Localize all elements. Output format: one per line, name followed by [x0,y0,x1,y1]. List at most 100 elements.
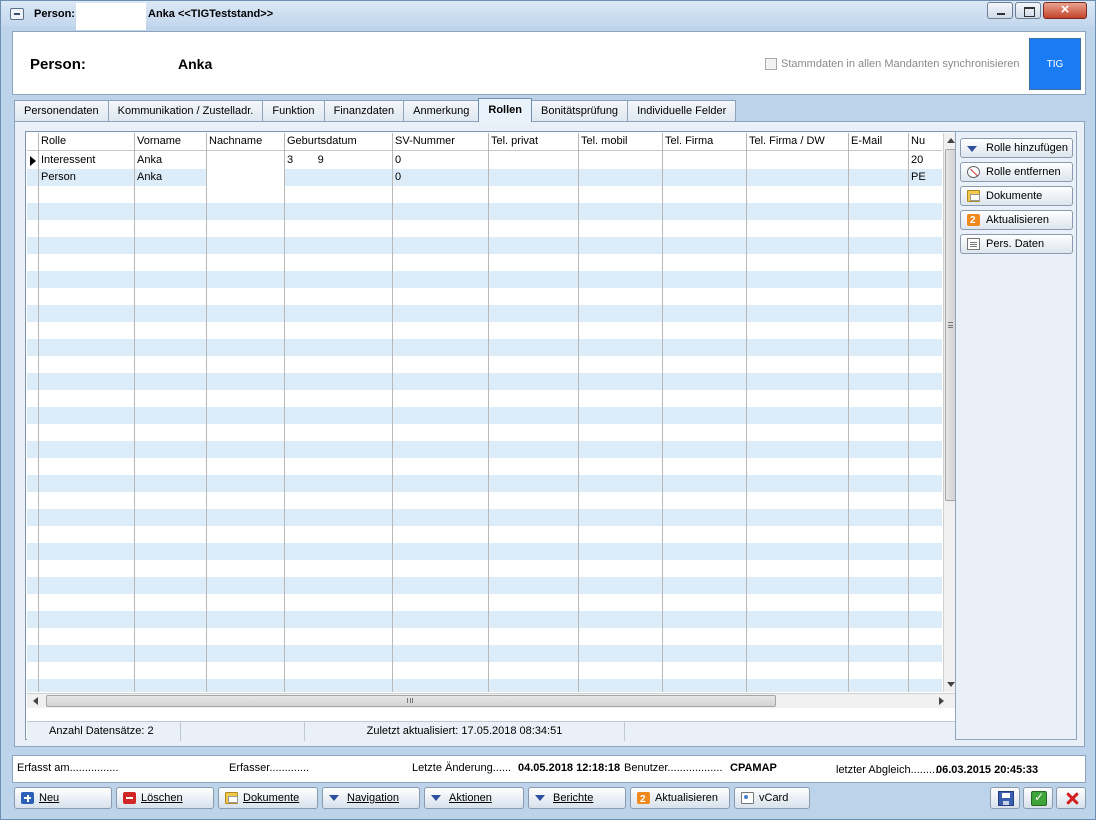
check-icon [1031,790,1047,806]
chevron-down-icon [431,795,441,801]
refresh-label: Aktualisieren [655,792,718,804]
row-indicator-header [27,133,39,151]
documents-side-button[interactable]: Dokumente [960,186,1073,206]
window-title-suffix: Anka <<TIGTeststand>> [148,8,274,20]
save-button[interactable] [990,787,1020,809]
column-header[interactable]: SV-Nummer [393,133,489,151]
column-header[interactable]: Nachname [207,133,285,151]
empty-row [27,390,942,407]
navigation-label: Navigation [347,792,399,804]
actions-button[interactable]: Aktionen [424,787,524,809]
status-spacer [181,722,305,741]
grid-status-bar: Anzahl Datensätze: 2 Zuletzt aktualisier… [27,721,955,741]
chevron-down-icon [329,795,339,801]
maximize-button[interactable] [1015,2,1041,19]
scroll-left-icon[interactable] [33,697,38,705]
tab-bonitaetspruefung[interactable]: Bonitätsprüfung [531,100,629,122]
close-window-button[interactable] [1043,1,1087,19]
empty-row [27,407,942,424]
scroll-right-icon[interactable] [939,697,944,705]
navigation-button[interactable]: Navigation [322,787,420,809]
column-header[interactable]: Tel. privat [489,133,579,151]
table-row[interactable]: Person Anka 0 PE [27,169,942,186]
cell-email [849,152,909,169]
cell-tel-privat [489,169,579,186]
refresh-button[interactable]: Aktualisieren [630,787,730,810]
cell-tel-privat [489,152,579,169]
role-actions-panel: Rolle hinzufügen Rolle entfernen Dokumen… [955,131,1077,740]
scroll-up-icon[interactable] [947,138,955,143]
empty-row [27,441,942,458]
window-menu-icon[interactable] [10,8,24,20]
minimize-button[interactable] [987,2,1013,19]
ok-button[interactable] [1023,787,1053,809]
delete-button[interactable]: Löschen [116,787,214,809]
empty-row [27,203,942,220]
empty-row [27,662,942,679]
horizontal-scrollbar[interactable] [27,693,957,708]
delete-label: Löschen [141,792,183,804]
column-header[interactable]: Tel. mobil [579,133,663,151]
column-header[interactable]: Tel. Firma [663,133,747,151]
add-role-button[interactable]: Rolle hinzufügen [960,138,1073,158]
column-header[interactable]: Vorname [135,133,207,151]
new-label: Neu [39,792,60,804]
folder-icon [225,792,238,804]
cancel-button[interactable] [1056,787,1086,809]
empty-row-area [27,186,942,692]
column-header[interactable]: E-Mail [849,133,909,151]
letzte-aenderung-value: 04.05.2018 12:18:18 [518,762,621,774]
cell-rolle: Person [39,169,135,186]
documents-button[interactable]: Dokumente [218,787,318,809]
tab-funktion[interactable]: Funktion [262,100,325,122]
tab-anmerkung[interactable]: Anmerkung [403,100,480,122]
refresh-icon [637,790,650,810]
table-row[interactable]: Interessent Anka 3 9 0 20 [27,152,942,169]
refresh-side-button[interactable]: Aktualisieren [960,210,1073,230]
scroll-down-icon[interactable] [947,682,955,687]
tab-finanzdaten[interactable]: Finanzdaten [323,100,405,122]
title-bar[interactable]: Person: Anka <<TIGTeststand>> [1,1,1095,30]
reports-button[interactable]: Berichte [528,787,626,809]
new-button[interactable]: Neu [14,787,112,809]
vcard-button[interactable]: vCard [734,787,810,809]
sync-checkbox-label[interactable]: Stammdaten in allen Mandanten synchronis… [781,58,1019,70]
minus-icon [123,792,136,804]
reports-label: Berichte [553,792,594,804]
cell-geburtsdatum [285,169,393,186]
horizontal-scroll-thumb[interactable] [46,695,776,707]
sync-checkbox[interactable] [765,58,777,70]
empty-row [27,679,942,692]
empty-row [27,356,942,373]
roles-grid-viewport[interactable]: Rolle Vorname Nachname Geburtsdatum SV-N… [27,133,942,692]
save-icon [998,791,1014,806]
cell-sv-nummer: 0 [393,169,489,186]
grid-header: Rolle Vorname Nachname Geburtsdatum SV-N… [27,133,942,151]
remove-role-label: Rolle entfernen [986,166,1061,178]
tab-rollen[interactable]: Rollen [478,98,532,122]
empty-row [27,475,942,492]
remove-role-button[interactable]: Rolle entfernen [960,162,1073,182]
empty-row [27,645,942,662]
cell-tel-firma-dw [747,152,849,169]
grip-icon [948,322,953,328]
tab-kommunikation[interactable]: Kommunikation / Zustelladr. [107,100,264,122]
column-header[interactable]: Nu [909,133,942,151]
row-indicator [27,152,39,169]
current-row-pointer-icon [30,156,36,166]
cell-nachname [207,152,285,169]
column-header[interactable]: Geburtsdatum [285,133,393,151]
tig-logo: TIG [1029,38,1081,90]
letzter-abgleich-value: 06.03.2015 20:45:33 [936,764,1039,776]
column-header[interactable]: Rolle [39,133,135,151]
column-header[interactable]: Tel. Firma / DW [747,133,849,151]
cancel-icon [1064,791,1080,806]
empty-row [27,526,942,543]
tab-individuelle-felder[interactable]: Individuelle Felder [627,100,737,122]
cell-tel-mobil [579,169,663,186]
refresh-side-label: Aktualisieren [986,214,1049,226]
person-window: Person: Anka <<TIGTeststand>> Person: An… [0,0,1096,820]
personal-data-button[interactable]: Pers. Daten [960,234,1073,254]
tab-personendaten[interactable]: Personendaten [14,100,109,122]
empty-row [27,577,942,594]
